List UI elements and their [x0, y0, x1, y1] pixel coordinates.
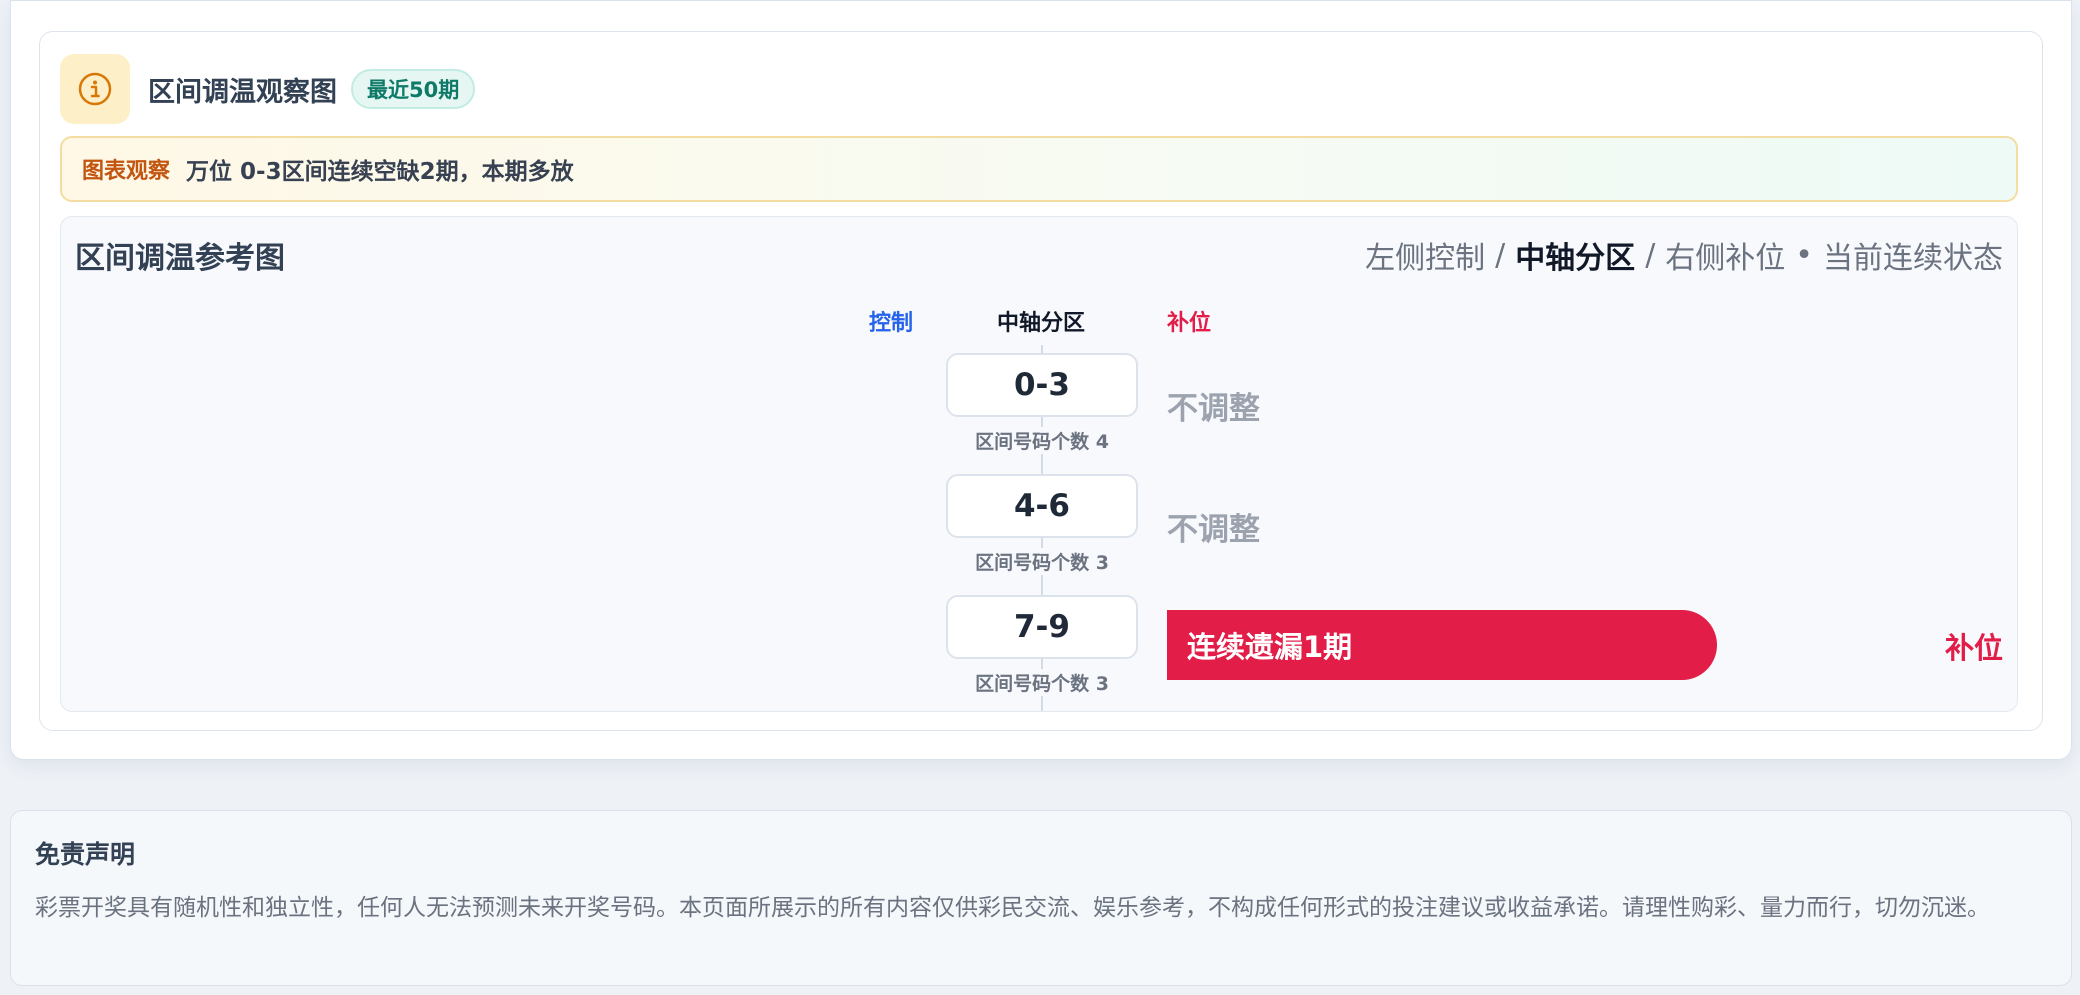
legend-dot: • [1795, 237, 1813, 273]
zone-count: 区间号码个数 3 [946, 669, 1138, 696]
reference-chart: 区间调温参考图 左侧控制 / 中轴分区 / 右侧补位 • 当前连续状态 控制 中… [60, 216, 2018, 712]
column-control: 控制 [869, 311, 914, 336]
legend-separator: / [1645, 237, 1656, 273]
panel-header: 区间调温观察图 最近50期 [60, 54, 476, 124]
legend-state: 当前连续状态 [1823, 241, 2003, 276]
column-fill: 补位 [1167, 311, 1212, 336]
zone-box-0-3: 0-3 [946, 353, 1138, 417]
legend-right: 右侧补位 [1665, 241, 1786, 276]
zone-status: 不调整 [1167, 391, 1260, 427]
reference-legend: 左侧控制 / 中轴分区 / 右侧补位 • 当前连续状态 [1365, 233, 2003, 277]
column-axis: 中轴分区 [997, 311, 1086, 336]
zone-count: 区间号码个数 3 [946, 548, 1138, 575]
observation-label: 图表观察 [82, 159, 171, 184]
info-icon [60, 54, 130, 124]
chart-card: 区间调温观察图 最近50期 图表观察 万位 0-3区间连续空缺2期，本期多放 区… [10, 0, 2072, 760]
legend-center: 中轴分区 [1515, 241, 1636, 276]
fill-side-label: 补位 [1944, 631, 2003, 665]
legend-left: 左侧控制 [1365, 241, 1486, 276]
observation-bar: 图表观察 万位 0-3区间连续空缺2期，本期多放 [60, 136, 2018, 202]
legend-separator: / [1495, 237, 1506, 273]
zone-box-4-6: 4-6 [946, 474, 1138, 538]
zone-count: 区间号码个数 4 [946, 427, 1138, 454]
reference-title: 区间调温参考图 [75, 241, 285, 276]
disclaimer-title: 免责声明 [35, 840, 136, 869]
zone-box-7-9: 7-9 [946, 595, 1138, 659]
miss-streak-label: 连续遗漏1期 [1187, 630, 1353, 664]
disclaimer-card: 免责声明 彩票开奖具有随机性和独立性，任何人无法预测未来开奖号码。本页面所展示的… [10, 810, 2072, 986]
period-badge: 最近50期 [351, 69, 476, 109]
zone-temperature-panel: 区间调温观察图 最近50期 图表观察 万位 0-3区间连续空缺2期，本期多放 区… [39, 31, 2043, 731]
panel-title: 区间调温观察图 [148, 76, 337, 108]
disclaimer-text: 彩票开奖具有随机性和独立性，任何人无法预测未来开奖号码。本页面所展示的所有内容仅… [35, 895, 1990, 921]
zone-status: 不调整 [1167, 512, 1260, 548]
observation-text: 万位 0-3区间连续空缺2期，本期多放 [186, 159, 574, 185]
miss-streak-bar: 连续遗漏1期 [1167, 610, 1717, 680]
